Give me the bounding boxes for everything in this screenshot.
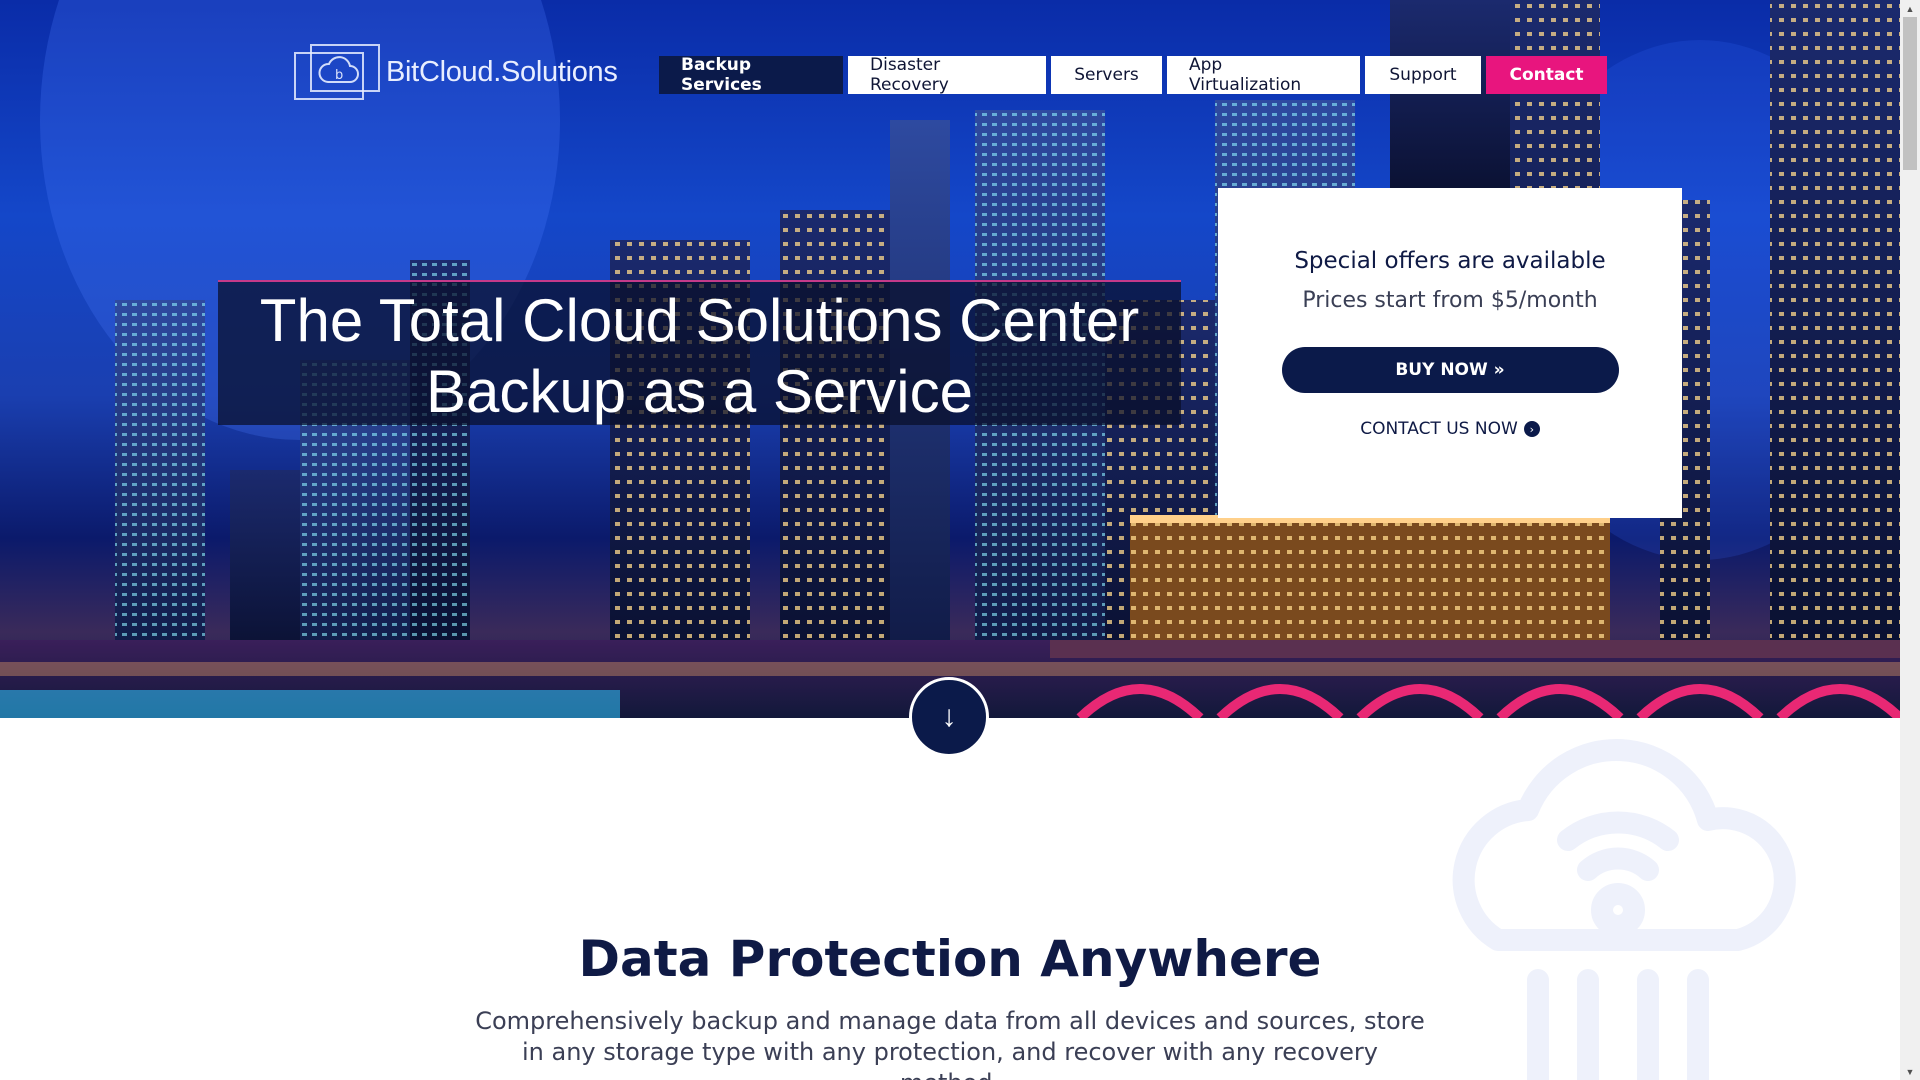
brand-logo[interactable]: b BitCloud.Solutions [294, 44, 618, 100]
contact-us-label: CONTACT US NOW [1360, 419, 1518, 439]
logo-text: BitCloud.Solutions [386, 55, 618, 88]
headline-line-2: Backup as a Service [426, 358, 973, 425]
contact-us-link[interactable]: CONTACT US NOW › [1218, 419, 1682, 439]
buy-now-button[interactable]: BUY NOW » [1281, 347, 1619, 393]
main-nav: Backup Services Disaster Recovery Server… [659, 55, 1607, 95]
svg-text:b: b [335, 68, 343, 83]
offer-subtitle: Prices start from $5/month [1302, 288, 1598, 313]
scroll-down-arrow-icon[interactable]: ▼ [1900, 1063, 1920, 1080]
headline-line-1: The Total Cloud Solutions Center [259, 287, 1140, 354]
offer-title: Special offers are available [1294, 248, 1606, 274]
hero-headline: The Total Cloud Solutions Center Backup … [218, 280, 1181, 425]
section-title: Data Protection Anywhere [578, 930, 1322, 988]
nav-support[interactable]: Support [1365, 56, 1481, 94]
nav-contact[interactable]: Contact [1486, 56, 1607, 94]
scroll-up-arrow-icon[interactable]: ▲ [1900, 0, 1920, 17]
section-description: Comprehensively backup and manage data f… [475, 1007, 1425, 1080]
nav-app-virtualization[interactable]: App Virtualization [1167, 55, 1360, 95]
cloud-wifi-icon [1452, 738, 1796, 1080]
nav-disaster-recovery[interactable]: Disaster Recovery [848, 55, 1046, 95]
page-scrollbar[interactable]: ▲ ▼ [1900, 0, 1920, 1080]
nav-servers[interactable]: Servers [1051, 56, 1162, 94]
nav-backup-services[interactable]: Backup Services [659, 55, 843, 95]
buy-now-label: BUY NOW » [1395, 360, 1505, 380]
offer-card: Special offers are available Prices star… [1218, 188, 1682, 518]
scroll-down-button[interactable]: ↓ [909, 677, 989, 757]
scrollbar-thumb[interactable] [1903, 17, 1917, 170]
logo-cloud-icon: b [294, 44, 380, 100]
circle-chevron-right-icon: › [1523, 421, 1540, 437]
arrow-down-icon: ↓ [941, 700, 957, 733]
